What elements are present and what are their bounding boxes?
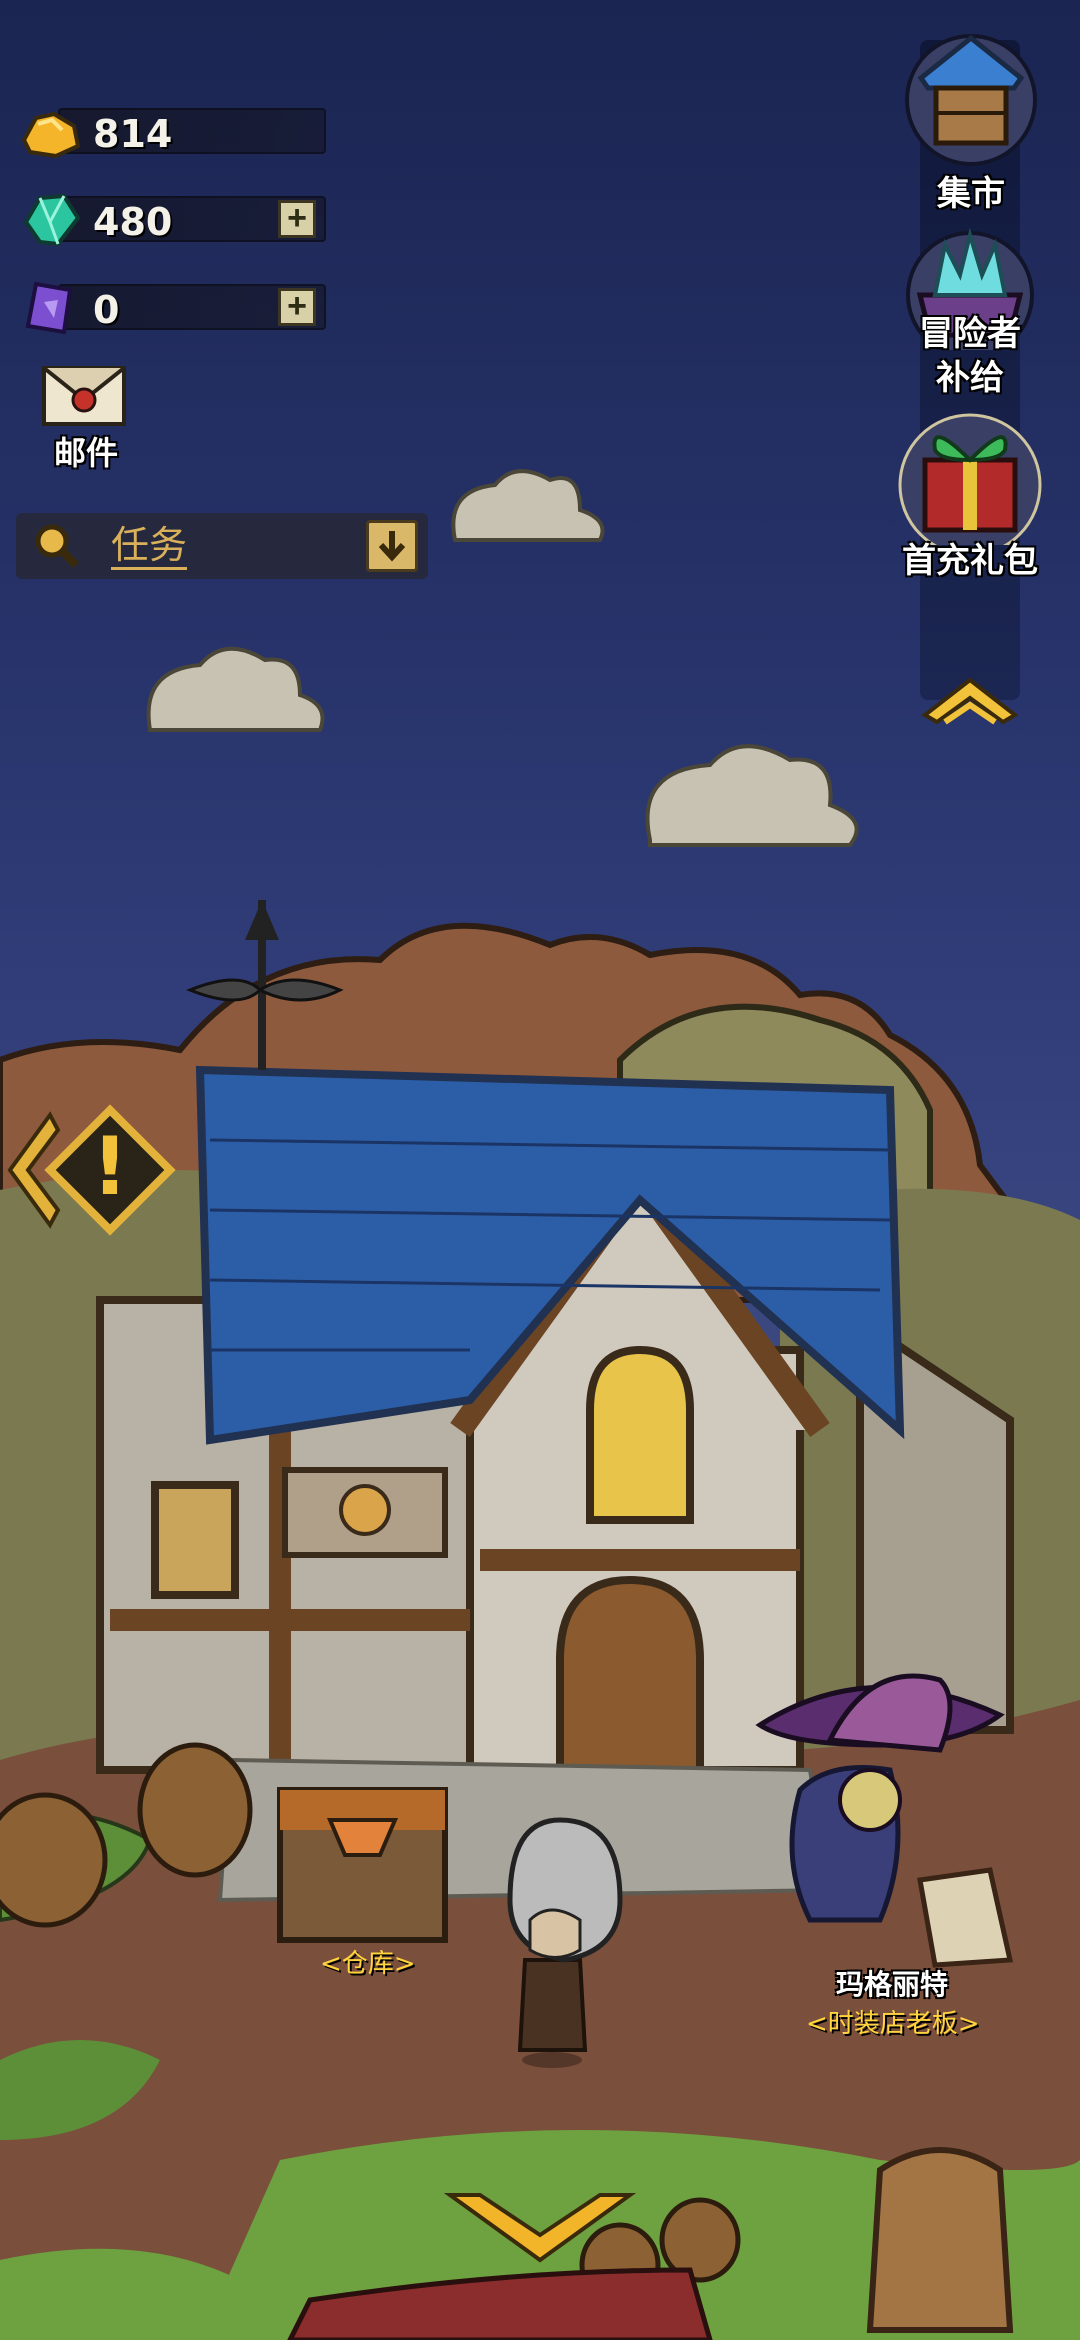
- chevron-down-icon: [443, 2193, 637, 2263]
- mail-button[interactable]: 邮件: [40, 362, 132, 472]
- bottom-expand-button[interactable]: [440, 2185, 640, 2265]
- search-icon: [35, 524, 79, 568]
- gem-value: 480: [93, 200, 173, 244]
- gem-counter: 480 +: [18, 188, 326, 247]
- adventurer-label-line2: 补给: [936, 358, 1004, 398]
- quest-title: 任务: [111, 523, 188, 570]
- warehouse-chest: [277, 1787, 448, 1943]
- purple-card-icon: [25, 281, 73, 335]
- envelope-icon: [42, 366, 126, 426]
- alert-symbol: !: [91, 1120, 129, 1213]
- down-arrow-icon: [378, 531, 406, 562]
- market-button[interactable]: 集市: [896, 18, 1046, 214]
- adventurer-label-line1: 冒险者: [919, 314, 1021, 354]
- gold-counter: 814: [18, 100, 326, 159]
- card-value: 0: [93, 288, 120, 332]
- chevron-up-icon: [921, 677, 1019, 725]
- npc-title[interactable]: <时装店老板>: [806, 2003, 980, 2040]
- side-alert-button[interactable]: !: [0, 1100, 180, 1240]
- gift-box-icon: [898, 413, 1042, 557]
- card-counter: 0 +: [18, 276, 326, 335]
- market-label: 集市: [937, 174, 1005, 214]
- adventurer-supply-button[interactable]: 冒险者 补给: [890, 220, 1050, 410]
- gold-value: 814: [93, 112, 173, 156]
- add-gems-button[interactable]: +: [278, 200, 316, 238]
- gold-nugget-icon: [21, 111, 81, 159]
- add-cards-button[interactable]: +: [278, 288, 316, 326]
- collapse-menu-button[interactable]: [915, 660, 1025, 730]
- warehouse-label[interactable]: <仓库>: [320, 1943, 416, 1980]
- first-recharge-label: 首充礼包: [902, 541, 1038, 581]
- gem-crystal-icon: [23, 193, 81, 247]
- quest-dropdown-button[interactable]: [366, 520, 418, 572]
- mail-label: 邮件: [53, 434, 118, 472]
- market-stall-icon: [905, 34, 1037, 166]
- first-recharge-gift-button[interactable]: 首充礼包: [885, 405, 1055, 595]
- npc-name[interactable]: 玛格丽特: [836, 1963, 948, 2003]
- quest-bar[interactable]: 任务: [16, 513, 428, 579]
